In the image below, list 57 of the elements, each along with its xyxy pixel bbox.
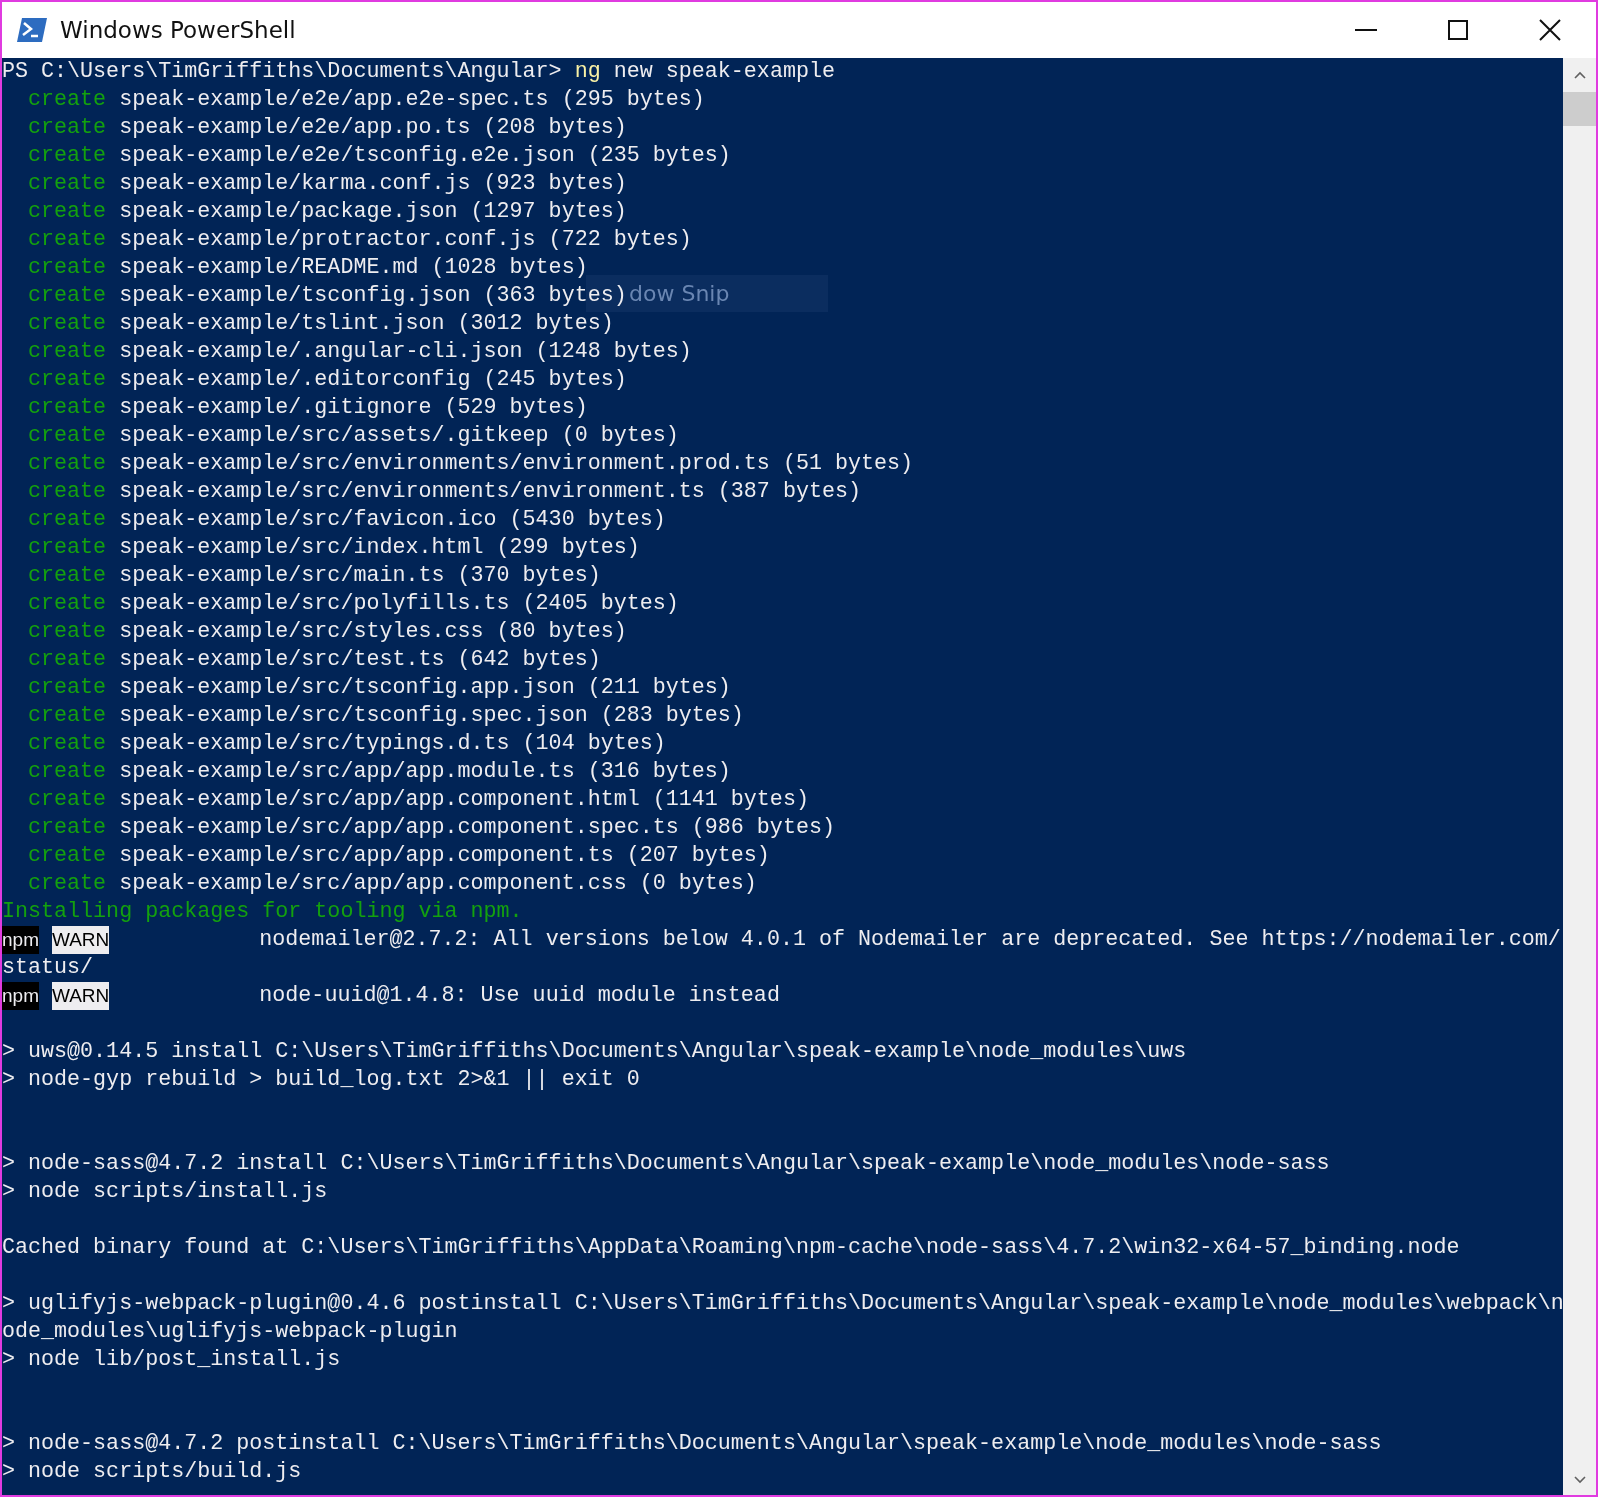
maximize-icon <box>1448 20 1468 40</box>
scroll-down-icon[interactable] <box>1572 1475 1587 1485</box>
output-line: create speak-example/src/app/app.module.ts (316 bytes) <box>27 758 731 786</box>
output-line: create speak-example/e2e/tsconfig.e2e.json (235 bytes) <box>27 142 731 170</box>
output-line: create speak-example/src/index.html (299 bytes) <box>27 534 640 562</box>
npm-label: npm <box>2 926 39 954</box>
output-line: create speak-example/package.json (1297 bytes) <box>27 198 627 226</box>
output-line: create speak-example/.gitignore (529 bytes) <box>27 394 588 422</box>
scroll-thumb[interactable] <box>1563 92 1596 126</box>
output-line: > node scripts/build.js <box>2 1458 302 1486</box>
output-line: create speak-example/src/styles.css (80 bytes) <box>27 618 627 646</box>
output-line: create speak-example/e2e/app.e2e-spec.ts (295 bytes) <box>27 86 705 114</box>
output-line: > node-sass@4.7.2 postinstall C:\Users\TimGriffiths\Documents\Angular\speak-example\node_modules\node-sass <box>2 1430 1382 1458</box>
output-line: > uglifyjs-webpack-plugin@0.4.6 postinstall C:\Users\TimGriffiths\Documents\Angular\speak-example\node_modules\webpack\n <box>2 1290 1563 1318</box>
output-line: create speak-example/src/assets/.gitkeep (0 bytes) <box>27 422 679 450</box>
output-line: create speak-example/src/environments/environment.ts (387 bytes) <box>27 478 861 506</box>
output-line: > node-gyp rebuild > build_log.txt 2>&1 || exit 0 <box>2 1066 640 1094</box>
output-line: create speak-example/src/test.ts (642 bytes) <box>27 646 601 674</box>
output-line: create speak-example/src/tsconfig.app.json (211 bytes) <box>27 674 731 702</box>
scrollbar[interactable] <box>1563 58 1596 1495</box>
output-line: create speak-example/src/app/app.component.html (1141 bytes) <box>27 786 809 814</box>
npm-label: npm <box>2 982 39 1010</box>
output-line: > node scripts/install.js <box>2 1178 328 1206</box>
output-line: create speak-example/.angular-cli.json (1248 bytes) <box>27 338 692 366</box>
output-line: create speak-example/src/favicon.ico (5430 bytes) <box>27 506 666 534</box>
output-line: create speak-example/src/polyfills.ts (2405 bytes) <box>27 590 679 618</box>
output-line: create speak-example/karma.conf.js (923 bytes) <box>27 170 627 198</box>
output-line: > uws@0.14.5 install C:\Users\TimGriffiths\Documents\Angular\speak-example\node_modules\uws <box>2 1038 1187 1066</box>
output-line: status/ <box>2 954 94 982</box>
command-line: PS C:\Users\TimGriffiths\Documents\Angular> ng new speak-example <box>2 58 835 86</box>
output-line: create speak-example/src/app/app.component.ts (207 bytes) <box>27 842 770 870</box>
window-title: Windows PowerShell <box>60 17 296 43</box>
output-line: create speak-example/src/environments/environment.prod.ts (51 bytes) <box>27 450 914 478</box>
output-line: Cached binary found at C:\Users\TimGriffiths\AppData\Roaming\npm-cache\node-sass\4.7.2\win32-x64-57_binding.node <box>2 1234 1460 1262</box>
output-line: create speak-example/src/main.ts (370 bytes) <box>27 562 601 590</box>
powershell-icon <box>16 17 48 43</box>
warn-label: WARN <box>51 926 110 954</box>
output-line: > node-sass@4.7.2 install C:\Users\TimGriffiths\Documents\Angular\speak-example\node_modules\node-sass <box>2 1150 1330 1178</box>
output-line: create speak-example/src/app/app.component.spec.ts (986 bytes) <box>27 814 835 842</box>
output-line: ode_modules\uglifyjs-webpack-plugin <box>2 1318 458 1346</box>
scroll-up-icon[interactable] <box>1572 70 1587 80</box>
output-line: create speak-example/tslint.json (3012 bytes) <box>27 310 614 338</box>
close-icon <box>1539 19 1561 41</box>
output-line: create speak-example/e2e/app.po.ts (208 bytes) <box>27 114 627 142</box>
output-line: create speak-example/src/app/app.component.css (0 bytes) <box>27 870 757 898</box>
warn-label: WARN <box>51 982 110 1010</box>
output-line: create speak-example/protractor.conf.js (722 bytes) <box>27 226 692 254</box>
output-line: create speak-example/src/tsconfig.spec.json (283 bytes) <box>27 702 744 730</box>
minimize-icon <box>1355 29 1377 31</box>
output-line: create speak-example/README.md (1028 bytes) <box>27 254 588 282</box>
warning-text: node-uuid@1.4.8: Use uuid module instead <box>259 982 780 1010</box>
info-line: Installing packages for tooling via npm. <box>2 898 523 926</box>
output-line: create speak-example/.editorconfig (245 bytes) <box>27 366 627 394</box>
output-line: > node lib/post_install.js <box>2 1346 341 1374</box>
output-line: create speak-example/src/typings.d.ts (104 bytes) <box>27 730 666 758</box>
output-line: create speak-example/tsconfig.json (363 bytes) <box>27 282 627 310</box>
warning-text: nodemailer@2.7.2: All versions below 4.0.1 of Nodemailer are deprecated. See https://nodemailer.com/ <box>259 926 1561 954</box>
